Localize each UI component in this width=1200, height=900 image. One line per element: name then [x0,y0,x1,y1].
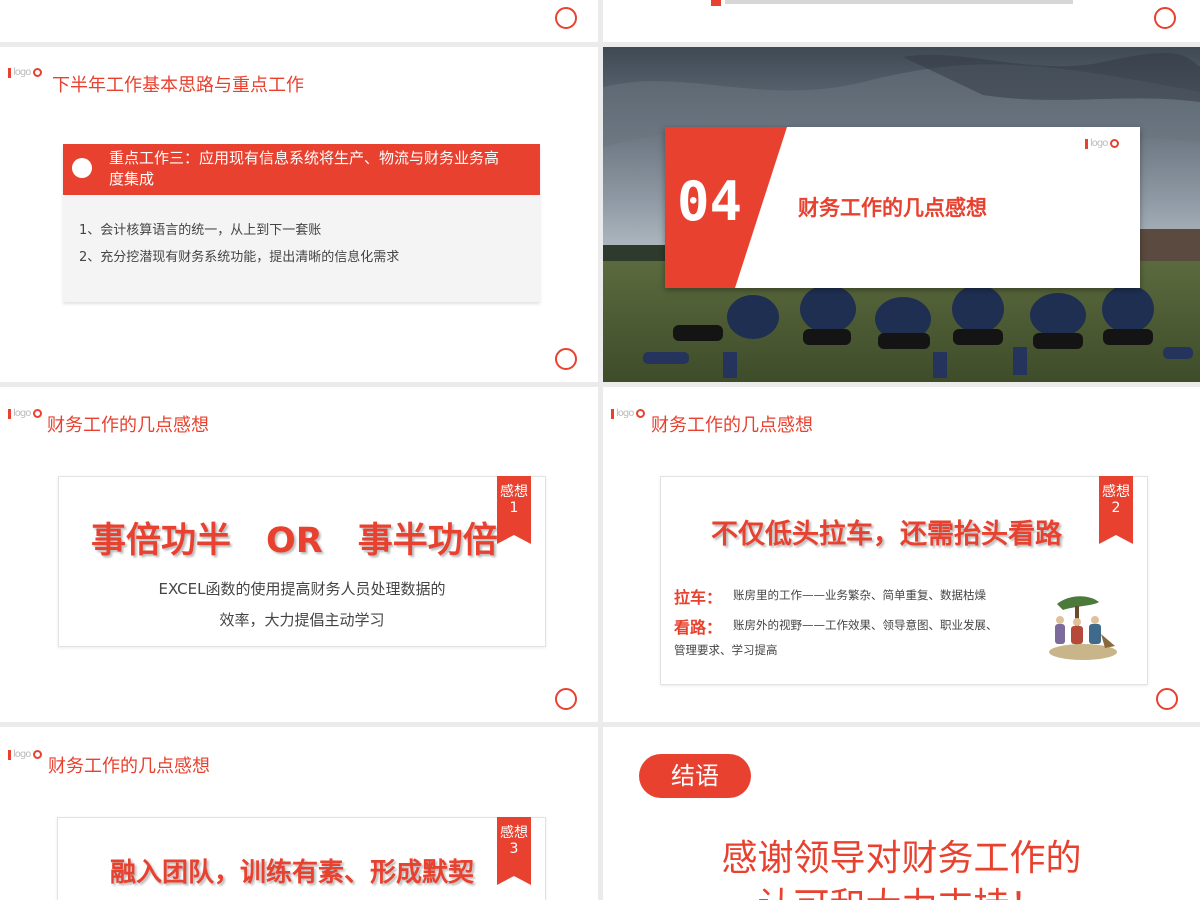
circle-icon [555,7,577,29]
thought-card: 事倍功半 OR 事半功倍 EXCEL函数的使用提高财务人员处理数据的 效率，大力… [58,476,546,647]
slide-thought-1[interactable]: logo 财务工作的几点感想 事倍功半 OR 事半功倍 EXCEL函数的使用提高… [0,387,598,722]
logo: logo [8,408,48,424]
headline: 事倍功半 OR 事半功倍 [91,521,498,561]
bullet-circle-icon [72,158,92,178]
conclusion-pill: 结语 [639,754,751,798]
list-item: 1、会计核算语言的统一，从上到下一套账 [79,223,322,238]
slide-conclusion[interactable]: 结语 感谢领导对财务工作的 认可和大力支持！ [603,727,1200,900]
slide-title: 下半年工作基本思路与重点工作 [52,75,304,96]
logo-text: logo [13,749,31,760]
section-number: 04 [677,170,743,233]
headline: 融入团队，训练有素、形成默契 [110,858,475,888]
logo-text: logo [1090,138,1108,149]
body-line: 效率，大力提倡主动学习 [219,611,385,629]
circle-icon [1156,688,1178,710]
logo-circle-icon [33,409,42,418]
slide-title: 财务工作的几点感想 [651,415,813,436]
slide-thought-3[interactable]: logo 财务工作的几点感想 融入团队，训练有素、形成默契 感想3 [0,727,598,900]
cropped-text-line [725,0,1073,4]
thought-tag: 感想1 [497,476,531,544]
thought-tag: 感想2 [1099,476,1133,544]
label-pull-cart: 拉车： [674,588,723,607]
thought-card: 融入团队，训练有素、形成默契 [57,817,546,900]
text-look-road: 账房外的视野——工作效果、领导意图、职业发展、 [733,618,998,632]
slide-title: 财务工作的几点感想 [47,415,209,436]
logo: logo [8,67,48,83]
slide-work-plan[interactable]: logo 下半年工作基本思路与重点工作 重点工作三：应用现有信息系统将生产、物流… [0,47,598,382]
thought-tag: 感想3 [497,817,531,885]
circle-icon [555,348,577,370]
logo-circle-icon [636,409,645,418]
logo-bar-icon [8,409,11,419]
circle-icon [555,688,577,710]
cart-illustration-icon [1049,596,1117,660]
circle-icon [1154,7,1176,29]
section-title: 财务工作的几点感想 [798,196,987,220]
logo-text: logo [616,408,634,419]
slide-top-left[interactable] [0,0,598,42]
logo-bar-icon [8,750,11,760]
logo-circle-icon [1110,139,1119,148]
body-line: EXCEL函数的使用提高财务人员处理数据的 [158,580,446,598]
key-work-box: 重点工作三：应用现有信息系统将生产、物流与财务业务高度集成 1、会计核算语言的统… [63,144,540,302]
logo-text: logo [13,408,31,419]
logo-circle-icon [33,750,42,759]
slide-section-cover[interactable]: 04 财务工作的几点感想 logo [603,47,1200,382]
logo-bar-icon [611,409,614,419]
list-item: 2、充分挖潜现有财务系统功能，提出清晰的信息化需求 [79,250,400,265]
label-look-road: 看路： [674,618,723,637]
text-pull-cart: 账房里的工作——业务繁杂、简单重复、数据枯燥 [733,588,986,602]
headline: 不仅低头拉车，还需抬头看路 [711,519,1062,550]
text-look-road-cont: 管理要求、学习提高 [674,643,778,657]
logo: logo [1085,138,1125,154]
logo: logo [8,749,48,765]
thought-card: 不仅低头拉车，还需抬头看路 拉车： 账房里的工作——业务繁杂、简单重复、数据枯燥… [660,476,1148,685]
logo-circle-icon [33,68,42,77]
logo: logo [611,408,651,424]
thanks-line-1: 感谢领导对财务工作的 [721,838,1082,879]
logo-bar-icon [8,68,11,78]
key-work-title: 重点工作三：应用现有信息系统将生产、物流与财务业务高度集成 [109,149,500,188]
slide-thought-2[interactable]: logo 财务工作的几点感想 不仅低头拉车，还需抬头看路 拉车： 账房里的工作—… [603,387,1200,722]
red-marker [711,0,721,6]
logo-bar-icon [1085,139,1088,149]
section-card: 04 财务工作的几点感想 logo [665,127,1140,288]
key-work-header: 重点工作三：应用现有信息系统将生产、物流与财务业务高度集成 [63,144,540,195]
slide-top-right[interactable] [603,0,1200,42]
logo-text: logo [13,67,31,78]
thanks-line-2: 认可和大力支持！ [603,877,1200,900]
slide-title: 财务工作的几点感想 [48,756,210,777]
